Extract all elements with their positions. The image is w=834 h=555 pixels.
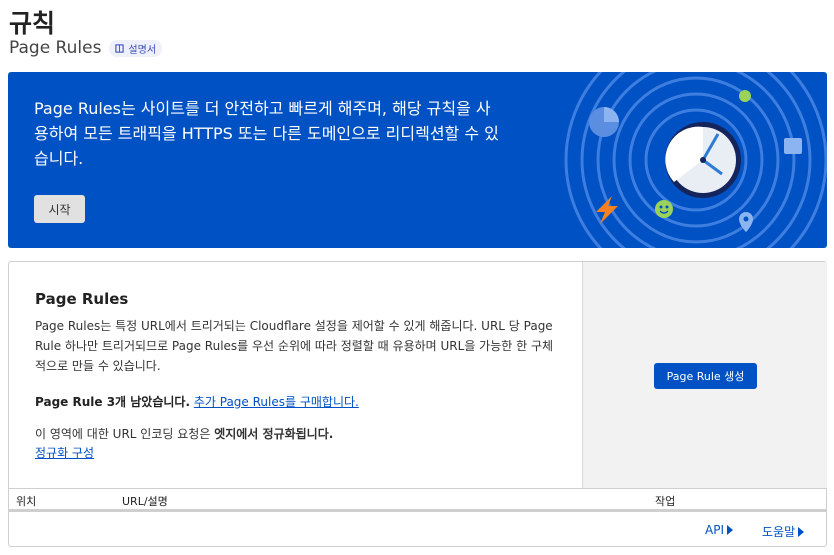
api-link-label: API xyxy=(705,523,724,537)
url-encoding-text: 이 영역에 대한 URL 인코딩 요청은 xyxy=(35,427,215,441)
url-encoding-bold: 엣지에서 정규화됩니다. xyxy=(214,427,334,441)
intro-banner: Page Rules는 사이트를 더 안전하고 빠르게 해주며, 해당 규칙을 … xyxy=(8,72,827,248)
page-subtitle-text: Page Rules xyxy=(9,38,102,58)
documentation-badge-label: 설명서 xyxy=(128,44,157,56)
banner-illustration xyxy=(564,72,827,248)
normalization-config-link[interactable]: 정규화 구성 xyxy=(35,446,94,460)
rules-table-header: 위치 URL/설명 작업 xyxy=(8,488,827,512)
help-link[interactable]: 도움말 xyxy=(762,523,805,540)
caret-right-icon xyxy=(726,525,733,535)
folder-icon xyxy=(784,138,802,154)
page-subtitle: Page Rules 설명서 xyxy=(9,38,163,58)
remaining-rules: Page Rule 3개 남았습니다. 추가 Page Rules를 구매합니다… xyxy=(35,393,359,410)
purchase-rules-link[interactable]: 추가 Page Rules를 구매합니다. xyxy=(194,395,359,409)
pie-chart-icon xyxy=(589,107,619,137)
create-page-rule-button[interactable]: Page Rule 생성 xyxy=(654,363,757,389)
remaining-rules-count: Page Rule 3개 남았습니다. xyxy=(35,395,191,409)
api-link[interactable]: API xyxy=(705,523,733,537)
caret-right-icon xyxy=(798,526,805,537)
column-header-position: 위치 xyxy=(16,495,37,508)
documentation-badge[interactable]: 설명서 xyxy=(109,39,163,57)
column-header-url: URL/설명 xyxy=(122,495,168,508)
page-rules-card: Page Rules Page Rules는 특정 URL에서 트리거되는 Cl… xyxy=(8,261,827,488)
check-badge-icon xyxy=(739,90,751,102)
normalization-settings: 정규화 구성 xyxy=(35,444,94,461)
card-heading: Page Rules xyxy=(35,290,129,308)
document-icon xyxy=(115,43,125,53)
help-link-label: 도움말 xyxy=(762,525,796,539)
clock-icon xyxy=(665,122,741,198)
column-header-actions: 작업 xyxy=(655,495,676,508)
table-footer: API 도움말 xyxy=(8,512,827,547)
banner-text: Page Rules는 사이트를 더 안전하고 빠르게 해주며, 해당 규칙을 … xyxy=(34,99,499,168)
url-encoding-note: 이 영역에 대한 URL 인코딩 요청은 엣지에서 정규화됩니다. xyxy=(35,425,333,442)
get-started-button[interactable]: 시작 xyxy=(34,195,85,223)
create-rule-panel: Page Rule 생성 xyxy=(582,262,827,488)
page-rules-info: Page Rules Page Rules는 특정 URL에서 트리거되는 Cl… xyxy=(9,262,582,488)
smiley-icon xyxy=(655,200,673,218)
page-title: 규칙 xyxy=(9,9,56,38)
card-description: Page Rules는 특정 URL에서 트리거되는 Cloudflare 설정… xyxy=(35,319,554,373)
